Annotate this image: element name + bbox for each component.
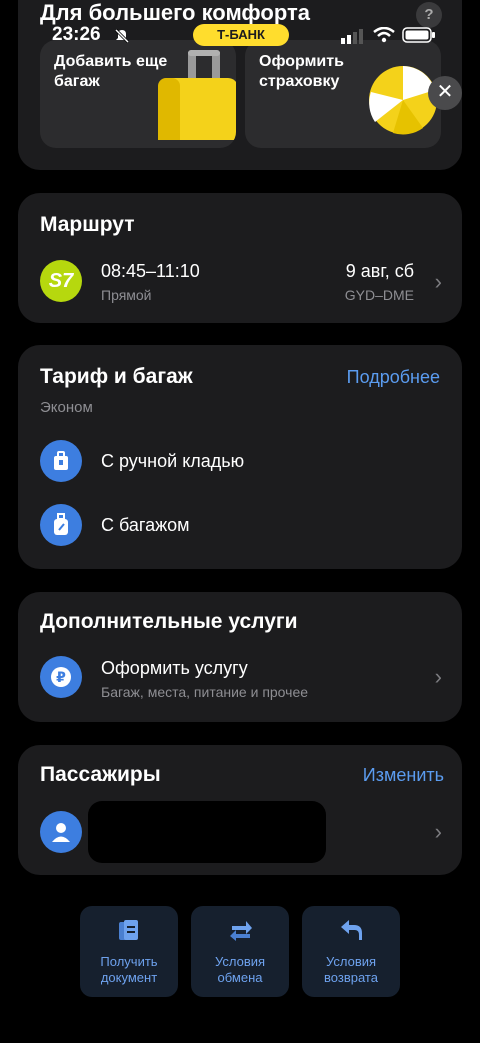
get-document-button[interactable]: Получить документ xyxy=(80,906,178,997)
document-icon xyxy=(119,920,138,940)
route-card[interactable]: Маршрут S7 08:45–11:10 Прямой 9 авг, сб … xyxy=(18,193,462,323)
edit-passengers-link[interactable]: Изменить xyxy=(363,765,444,786)
baggage-label: С багажом xyxy=(101,515,190,535)
exchange-arrows-icon xyxy=(230,921,252,941)
tariff-title: Тариф и багаж xyxy=(40,365,193,388)
signal-icon xyxy=(341,29,363,44)
wifi-icon xyxy=(373,27,395,43)
get-document-label: Получить документ xyxy=(100,954,158,985)
tariff-card: Тариф и багаж Подробнее Эконом С ручной … xyxy=(18,345,462,569)
passengers-title: Пассажиры xyxy=(40,763,161,786)
comfort-title: Для большего комфорта xyxy=(40,0,310,25)
baggage-icon xyxy=(40,504,82,546)
chevron-right-icon[interactable]: › xyxy=(435,819,442,845)
tariff-details-link[interactable]: Подробнее xyxy=(347,367,440,388)
insurance-tile[interactable]: Оформить страховку xyxy=(245,40,441,148)
route-type: Прямой xyxy=(101,287,152,303)
fare-name: Эконом xyxy=(40,399,93,416)
route-title: Маршрут xyxy=(40,213,135,236)
route-codes: GYD–DME xyxy=(344,287,414,303)
s7-airline-logo: S7 xyxy=(40,260,82,302)
hand-luggage-label: С ручной кладью xyxy=(101,451,245,471)
add-baggage-tile[interactable]: Добавить еще багаж xyxy=(40,40,236,148)
status-time: 23:26 xyxy=(52,24,101,45)
svg-text:₽: ₽ xyxy=(56,670,66,686)
refund-terms-button[interactable]: Условия возврата xyxy=(302,906,400,997)
chevron-right-icon: › xyxy=(434,664,442,689)
ruble-icon: ₽ xyxy=(40,656,82,698)
redacted-passenger-name xyxy=(88,801,326,863)
insurance-label: Оформить страховку xyxy=(259,53,344,90)
battery-icon xyxy=(402,27,435,43)
passengers-card: Пассажиры Изменить › xyxy=(18,745,462,875)
chevron-right-icon: › xyxy=(434,269,442,294)
exchange-terms-label: Условия обмена xyxy=(214,954,266,985)
return-arrow-icon xyxy=(341,920,362,940)
services-card[interactable]: Дополнительные услуги ₽ Оформить услугу … xyxy=(18,592,462,722)
order-service-label: Оформить услугу xyxy=(101,658,248,678)
hand-luggage-icon xyxy=(40,440,82,482)
route-time: 08:45–11:10 xyxy=(101,261,200,281)
close-icon[interactable]: ✕ xyxy=(428,76,462,110)
bell-muted-icon xyxy=(114,28,130,44)
suitcase-icon xyxy=(158,50,236,140)
order-service-subtitle: Багаж, места, питание и прочее xyxy=(101,684,309,700)
exchange-terms-button[interactable]: Условия обмена xyxy=(191,906,289,997)
refund-terms-label: Условия возврата xyxy=(324,954,378,985)
person-icon xyxy=(40,811,82,853)
help-button[interactable]: ? xyxy=(416,2,442,28)
services-title: Дополнительные услуги xyxy=(40,610,298,633)
tbank-badge: Т-БАНК xyxy=(193,24,289,46)
route-date: 9 авг, сб xyxy=(345,261,414,281)
